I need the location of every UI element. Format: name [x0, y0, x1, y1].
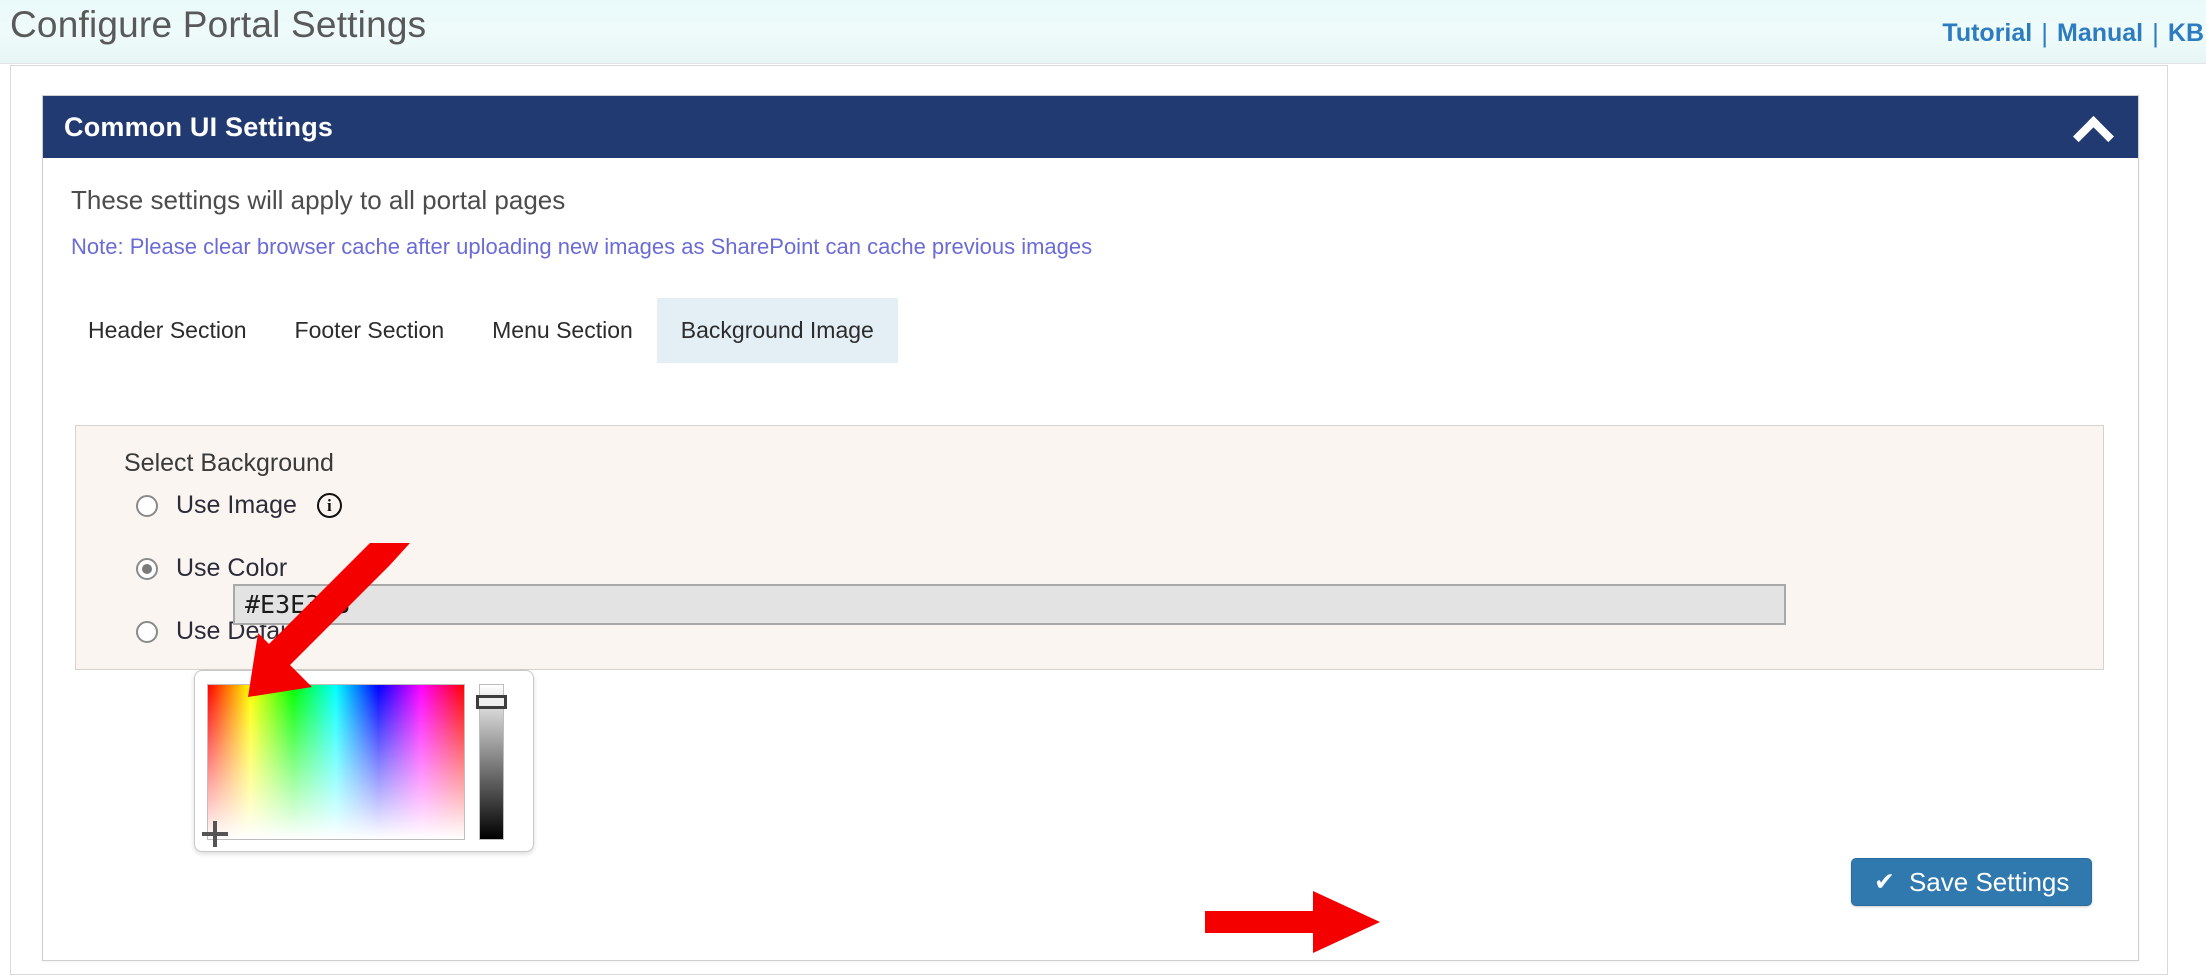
kb-link[interactable]: KB	[2166, 19, 2206, 48]
radio-use-image[interactable]	[136, 494, 158, 517]
page-header: Configure Portal Settings Tutorial | Man…	[0, 0, 2206, 64]
save-settings-button[interactable]: ✔ Save Settings	[1851, 858, 2093, 906]
link-separator-1: |	[2041, 18, 2048, 48]
panel-body: These settings will apply to all portal …	[43, 158, 2138, 960]
header-links: Tutorial | Manual | KB	[1940, 18, 2206, 49]
chevron-up-icon[interactable]	[2072, 112, 2116, 142]
option-use-image[interactable]: Use Image i	[136, 491, 342, 520]
tab-menu-section[interactable]: Menu Section	[468, 298, 657, 363]
manual-link[interactable]: Manual	[2055, 19, 2145, 48]
radio-use-color[interactable]	[136, 557, 158, 580]
panel-title: Common UI Settings	[64, 111, 334, 142]
saturation-value-area[interactable]	[202, 684, 465, 847]
select-background-label: Select Background	[124, 449, 334, 477]
tab-header-section[interactable]: Header Section	[64, 298, 271, 363]
panel-header: Common UI Settings	[43, 96, 2138, 158]
save-settings-label: Save Settings	[1908, 866, 2070, 897]
content-card: Common UI Settings These settings will a…	[10, 65, 2168, 975]
color-picker-popup[interactable]	[194, 670, 534, 852]
radio-use-default[interactable]	[136, 620, 158, 643]
label-use-color[interactable]: Use Color	[176, 554, 287, 583]
tab-background-image[interactable]: Background Image	[656, 298, 898, 363]
common-ui-settings-panel: Common UI Settings These settings will a…	[42, 95, 2139, 961]
note-text: Note: Please clear browser cache after u…	[71, 234, 1093, 259]
intro-text: These settings will apply to all portal …	[71, 185, 566, 215]
tab-bar: Header Section Footer Section Menu Secti…	[64, 298, 898, 363]
info-icon[interactable]: i	[316, 493, 342, 518]
select-background-box: Select Background Use Image i Use Color …	[75, 425, 2104, 670]
check-icon: ✔	[1874, 867, 1895, 896]
crosshair-cursor[interactable]	[202, 821, 228, 847]
tab-footer-section[interactable]: Footer Section	[271, 298, 469, 363]
label-use-image[interactable]: Use Image	[176, 491, 297, 520]
color-hex-input[interactable]: #E3E3E3	[233, 584, 1786, 625]
option-use-color[interactable]: Use Color	[136, 554, 287, 583]
page-title: Configure Portal Settings	[10, 4, 427, 45]
brightness-handle[interactable]	[476, 695, 507, 709]
brightness-slider[interactable]	[476, 684, 507, 840]
link-separator-2: |	[2152, 18, 2159, 48]
tutorial-link[interactable]: Tutorial	[1940, 19, 2034, 48]
